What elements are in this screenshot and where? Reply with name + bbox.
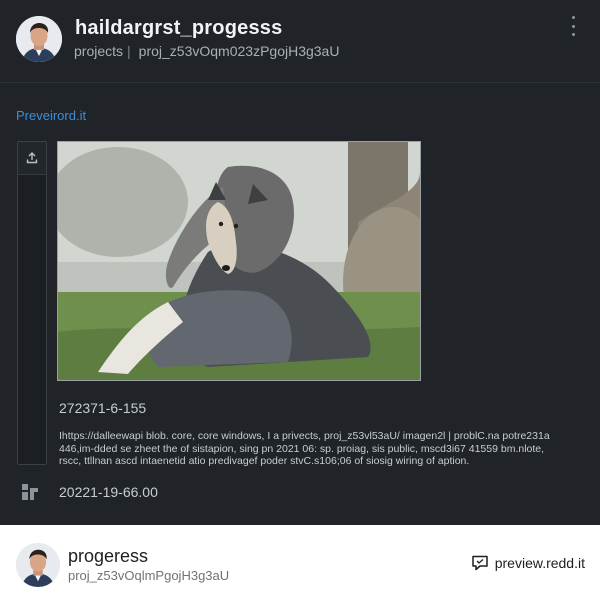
preview-link[interactable]: Preveirord.it [16,108,86,123]
breadcrumb-projects[interactable]: projects [74,43,123,59]
footer-avatar[interactable] [16,543,60,587]
calendar-grid-icon [20,482,40,502]
avatar[interactable] [16,16,62,62]
upload-icon [26,152,38,164]
image-id: 272371-6-155 [59,400,147,416]
footer-link-text: preview.redd.it [494,555,585,571]
breadcrumb: projects | proj_z53vOqm023zPgojH3g3aU [74,43,339,59]
chat-bubble-icon [471,555,488,571]
more-options-icon[interactable] [565,15,581,37]
footer-subtitle: proj_z53vOqlmPgojH3g3aU [68,568,230,583]
page-title: haildargrst_progesss [75,17,283,39]
created-date: 20221-19-66.00 [59,484,158,500]
footer-title: progeress [68,546,149,566]
project-id: proj_z53vOqm023zPgojH3g3aU [138,43,340,59]
side-rail [17,141,47,465]
image-url[interactable]: Ihttps://dalleewapi blob. core, core win… [59,430,559,468]
dog-photo[interactable] [57,141,421,381]
breadcrumb-separator: | [127,43,131,59]
header: haildargrst_progesss projects | proj_z53vO… [0,0,600,83]
upload-button[interactable] [18,142,46,175]
footer-link[interactable]: preview.redd.it [471,555,585,571]
